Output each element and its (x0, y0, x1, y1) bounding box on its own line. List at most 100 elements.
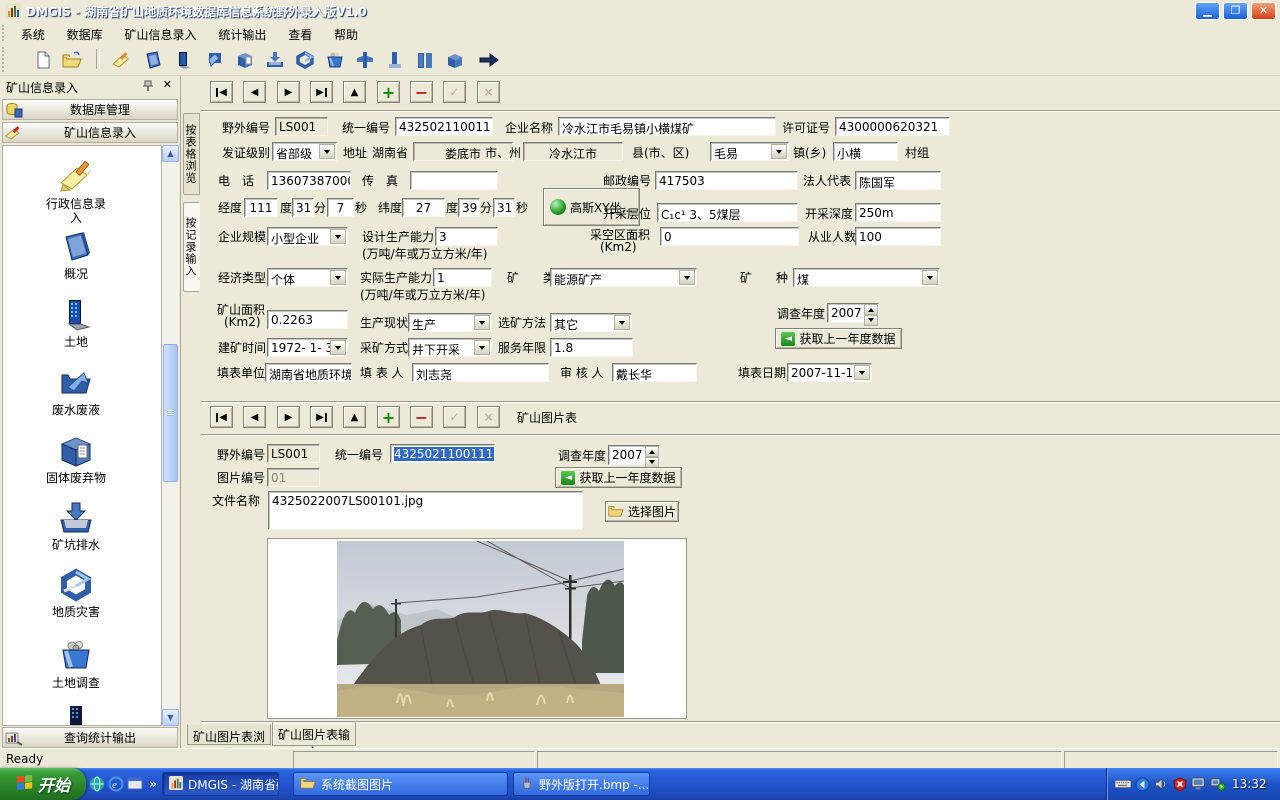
mine-area-input[interactable]: 0.2263 (267, 310, 348, 329)
quicklaunch-app-icon[interactable] (126, 775, 144, 793)
cert-level-combo[interactable]: 省部级 (272, 142, 337, 161)
chevron-down-icon[interactable] (614, 315, 630, 330)
prefecture-input[interactable]: 冷水江市 (523, 142, 623, 161)
pic-survey-year-spinner[interactable]: 2007 (608, 445, 660, 465)
field-no-input[interactable]: LS001 (275, 117, 328, 136)
nav-last-button[interactable]: ▶ (310, 81, 333, 103)
nav-delete-button[interactable]: − (410, 406, 433, 428)
company-input[interactable]: 冷水江市毛易镇小横煤矿 (558, 117, 776, 136)
enterprise-scale-combo[interactable]: 小型企业 (267, 227, 348, 246)
crate-icon[interactable] (442, 47, 467, 72)
mining-depth-input[interactable]: 250m (855, 203, 941, 222)
quicklaunch-ie-icon[interactable]: e (107, 775, 125, 793)
pic-no-input[interactable]: 01 (267, 468, 320, 487)
bend-arrow-icon[interactable] (202, 47, 227, 72)
chevron-down-icon[interactable] (922, 270, 938, 285)
lat-deg-input[interactable]: 27 (402, 198, 445, 217)
filler-input[interactable]: 刘志尧 (412, 363, 549, 382)
chevron-down-icon[interactable] (854, 365, 870, 380)
nav-cancel-button[interactable]: × (477, 406, 500, 428)
sidebar-group-entry[interactable]: 矿山信息录入 (2, 122, 178, 143)
goaf-area-input[interactable]: 0 (660, 227, 799, 246)
security-shield-tray-icon[interactable] (1172, 776, 1188, 792)
phone-input[interactable]: 13607387000 (267, 171, 351, 190)
box-doc-icon[interactable] (232, 47, 257, 72)
restore-button[interactable]: ❐ (1223, 2, 1248, 20)
lon-deg-input[interactable]: 111 (244, 198, 278, 217)
nav-first-button[interactable]: ◀ (210, 81, 233, 103)
nav-first-button[interactable]: ◀ (210, 406, 233, 428)
postcode-input[interactable]: 417503 (655, 171, 798, 190)
nav-commit-button[interactable]: ✓ (443, 81, 466, 103)
mine-class-combo[interactable]: 能源矿产 (550, 268, 697, 287)
spinner-buttons[interactable] (645, 446, 659, 464)
auditor-input[interactable]: 戴长华 (612, 363, 697, 382)
nav-cancel-button[interactable]: × (477, 81, 500, 103)
design-capacity-input[interactable]: 3 (435, 227, 498, 246)
new-doc-icon[interactable] (30, 47, 55, 72)
language-tray-icon[interactable] (1134, 776, 1150, 792)
bucket-icon[interactable] (322, 47, 347, 72)
volume-tray-icon[interactable] (1153, 776, 1169, 792)
tab-picture-input[interactable]: 矿山图片表输入 (272, 722, 356, 746)
chevron-down-icon[interactable] (330, 270, 346, 285)
chevron-down-icon[interactable] (319, 144, 335, 159)
menu-database[interactable]: 数据库 (58, 22, 112, 46)
menu-view[interactable]: 查看 (279, 22, 321, 46)
tab-picture-browse[interactable]: 矿山图片表浏览 (187, 724, 271, 745)
fill-date-combo[interactable]: 2007-11-13 (787, 363, 872, 382)
task-dmgis[interactable]: DMGIS - 湖南省矿... (162, 772, 279, 796)
mine-kind-combo[interactable]: 煤 (793, 268, 940, 287)
exit-arrow-icon[interactable] (476, 47, 501, 72)
quicklaunch-globe-icon[interactable] (88, 775, 106, 793)
production-status-combo[interactable]: 生产 (408, 313, 492, 332)
menu-grip[interactable] (2, 25, 7, 41)
lat-sec-input[interactable]: 31 (493, 198, 515, 217)
sidebar-item-partial[interactable] (13, 704, 139, 726)
spinner-buttons[interactable] (864, 304, 878, 322)
nav-up-button[interactable]: ▲ (343, 81, 366, 103)
nav-prev-button[interactable]: ◀ (243, 81, 266, 103)
beneficiation-combo[interactable]: 其它 (550, 313, 632, 332)
column-icon[interactable] (382, 47, 407, 72)
actual-capacity-input[interactable]: 1 (433, 268, 492, 287)
tab-table-browse[interactable]: 按表格浏览 (183, 113, 200, 195)
lon-sec-input[interactable]: 7 (327, 198, 354, 217)
tray-arrow-icon[interactable] (262, 47, 287, 72)
nav-last-button[interactable]: ▶ (310, 406, 333, 428)
menu-help[interactable]: 帮助 (325, 22, 367, 46)
town-input[interactable]: 小横 (833, 142, 898, 161)
lat-min-input[interactable]: 39 (458, 198, 480, 217)
chevron-down-icon[interactable] (474, 315, 490, 330)
service-life-input[interactable]: 1.8 (550, 338, 633, 357)
nav-prev-button[interactable]: ◀ (243, 406, 266, 428)
pic-field-no-input[interactable]: LS001 (267, 444, 320, 463)
county-combo[interactable]: 毛易 (710, 142, 789, 161)
nav-delete-button[interactable]: − (410, 81, 433, 103)
sidebar-item-overview[interactable]: 概况 (13, 229, 139, 281)
chevron-down-icon[interactable] (330, 229, 346, 244)
license-input[interactable]: 4300000620321 (835, 117, 950, 136)
nav-next-button[interactable]: ▶ (277, 81, 300, 103)
keyboard-tray-icon[interactable] (1115, 776, 1131, 792)
minimize-button[interactable]: ▁ (1195, 2, 1220, 20)
scroll-up-icon[interactable]: ▲ (162, 145, 179, 162)
menu-stats-output[interactable]: 统计输出 (209, 22, 275, 46)
economy-type-combo[interactable]: 个体 (267, 268, 348, 287)
legal-rep-input[interactable]: 陈国军 (855, 171, 941, 190)
scroll-down-icon[interactable]: ▼ (162, 709, 179, 726)
chevron-down-icon[interactable] (474, 340, 490, 355)
sidebar-item-solid-waste[interactable]: 固体废弃物 (13, 433, 139, 485)
nav-next-button[interactable]: ▶ (277, 406, 300, 428)
get-prev-year-button[interactable]: ◄ 获取上一年度数据 (775, 328, 902, 349)
pump-icon[interactable] (352, 47, 377, 72)
tab-record-input[interactable]: 按记录输入 (183, 202, 200, 292)
cube-ring-icon[interactable] (292, 47, 317, 72)
nav-commit-button[interactable]: ✓ (443, 406, 466, 428)
sidebar-item-admin-info[interactable]: 行政信息录入 (13, 159, 139, 225)
pic-get-prev-year-button[interactable]: ◄ 获取上一年度数据 (555, 467, 682, 488)
mining-layer-input[interactable]: C₁c¹ 3、5煤层 (657, 203, 798, 222)
book-icon[interactable] (140, 47, 165, 72)
sidebar-item-pit-drainage[interactable]: 矿坑排水 (13, 500, 139, 552)
nav-add-button[interactable]: + (377, 406, 400, 428)
